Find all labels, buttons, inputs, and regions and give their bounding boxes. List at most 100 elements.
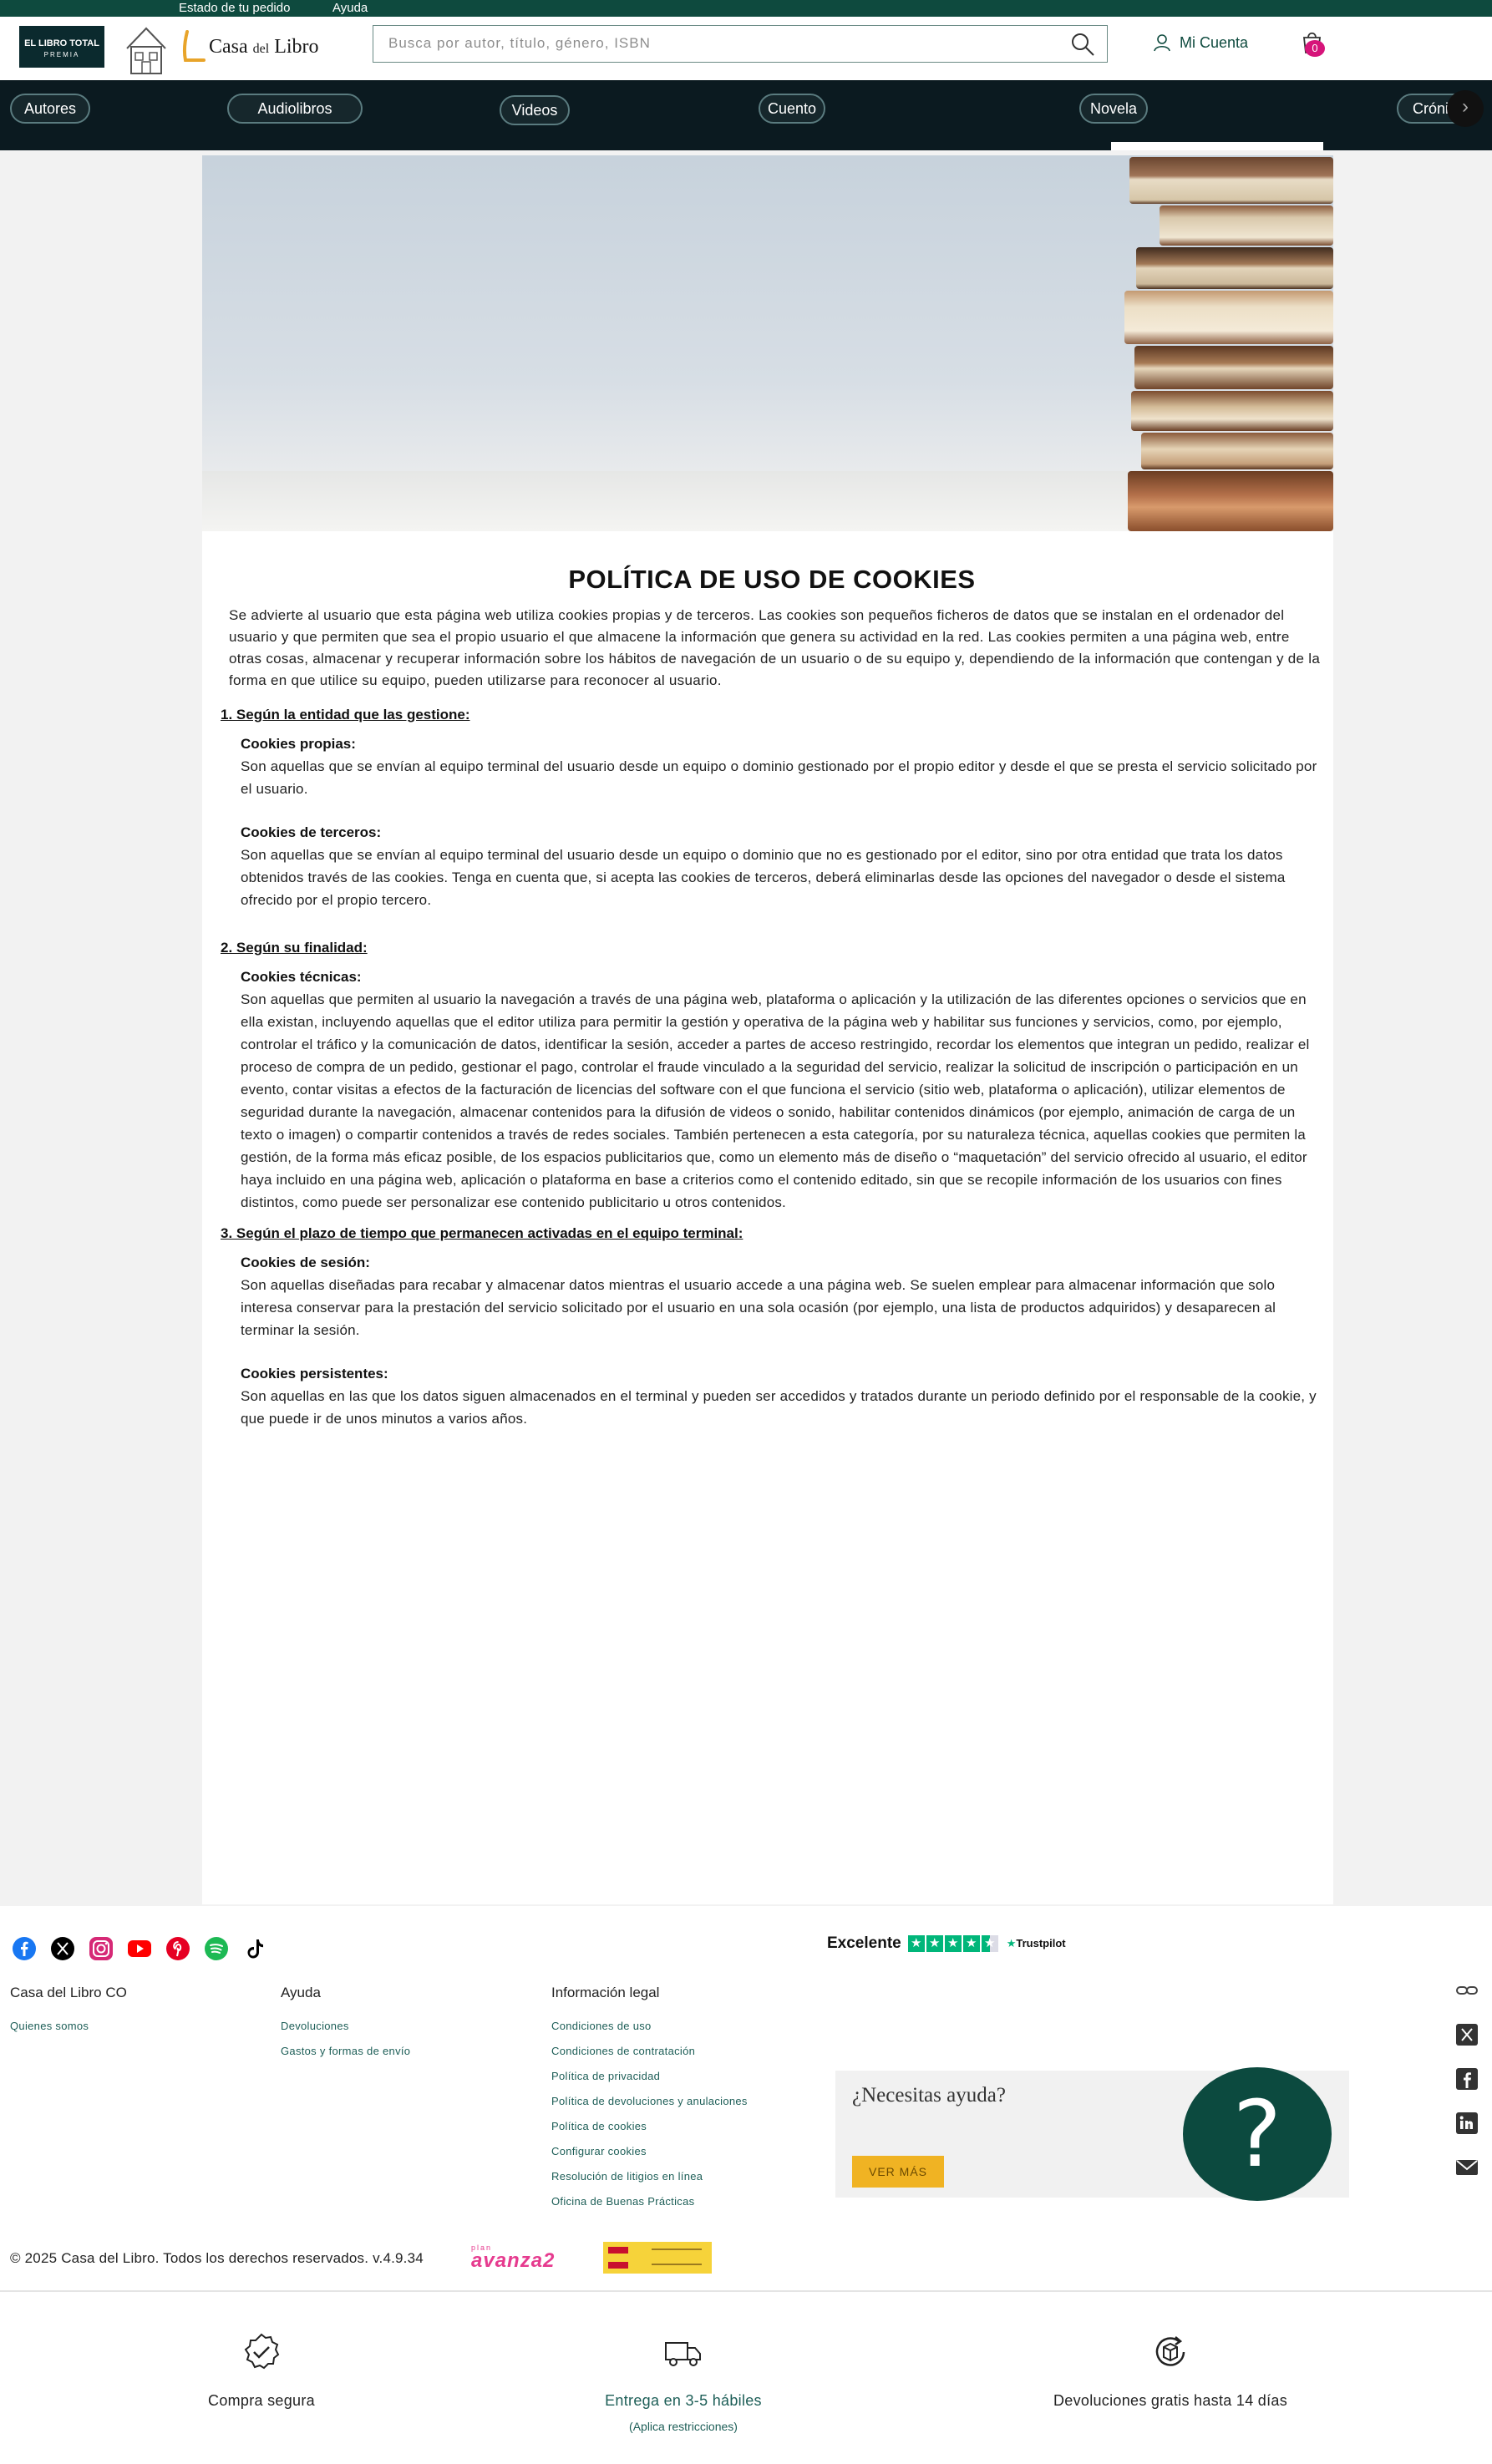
footer-link[interactable]: Condiciones de uso bbox=[551, 2020, 748, 2032]
star-icon: ★ bbox=[944, 1935, 962, 1952]
ministry-emblem bbox=[652, 2249, 702, 2265]
government-badge bbox=[603, 2242, 712, 2274]
footer-column-title: Información legal bbox=[551, 1985, 660, 2000]
linkedin-share-icon[interactable] bbox=[1455, 2112, 1479, 2134]
footer-column-company: Casa del Libro CO Quienes somos bbox=[10, 1985, 127, 2045]
footer-link[interactable]: Resolución de litigios en línea bbox=[551, 2170, 748, 2183]
hero-banner-image bbox=[202, 155, 1333, 531]
x-twitter-share-icon[interactable] bbox=[1455, 2024, 1479, 2046]
email-share-icon[interactable] bbox=[1455, 2157, 1479, 2178]
section-title: 2. Según su finalidad: bbox=[221, 940, 368, 956]
link-icon[interactable] bbox=[1455, 1980, 1479, 2001]
footer-link[interactable]: Política de cookies bbox=[551, 2120, 748, 2132]
item-body: Son aquellas diseñadas para recabar y al… bbox=[241, 1277, 1276, 1338]
trust-label: Compra segura bbox=[208, 2392, 315, 2409]
facebook-share-icon[interactable] bbox=[1455, 2068, 1479, 2090]
item-title: Cookies propias: bbox=[241, 736, 356, 752]
hero-book bbox=[1136, 247, 1333, 289]
policy-item: Cookies de terceros: Son aquellas que se… bbox=[216, 822, 1328, 911]
trust-item-returns: Devoluciones gratis hasta 14 días bbox=[1051, 2332, 1290, 2410]
policy-item: Cookies propias: Son aquellas que se env… bbox=[216, 733, 1328, 800]
category-pill[interactable]: Novela bbox=[1079, 94, 1148, 124]
trust-item-delivery: Entrega en 3-5 hábiles (Aplica restricci… bbox=[600, 2332, 767, 2433]
order-status-link[interactable]: Estado de tu pedido bbox=[179, 1, 290, 15]
footer-column-legal: Información legal Condiciones de uso Con… bbox=[551, 1985, 748, 2220]
trust-strip: Compra segura Entrega en 3-5 hábiles (Ap… bbox=[0, 2292, 1492, 2464]
trustpilot-stars: ★ ★ ★ ★ ★ bbox=[907, 1935, 1000, 1952]
item-body: Son aquellas en las que los datos siguen… bbox=[241, 1388, 1317, 1427]
secure-check-icon bbox=[244, 2333, 280, 2370]
trust-item-secure-purchase: Compra segura bbox=[194, 2332, 329, 2410]
item-title: Cookies persistentes: bbox=[241, 1366, 388, 1382]
footer-link[interactable]: Configurar cookies bbox=[551, 2145, 748, 2157]
copyright-text: © 2025 Casa del Libro. Todos los derecho… bbox=[10, 2250, 424, 2266]
social-links bbox=[12, 1936, 267, 1961]
intro-paragraph: Se advierte al usuario que esta página w… bbox=[229, 607, 1321, 688]
help-widget: ¿Necesitas ayuda? VER MÁS ? bbox=[835, 2067, 1349, 2201]
category-nav: Autores Audiolibros Videos Cuento Novela… bbox=[0, 80, 1492, 150]
footer-link[interactable]: Política de privacidad bbox=[551, 2070, 748, 2082]
section-title: 1. Según la entidad que las gestione: bbox=[221, 707, 470, 722]
footer-link[interactable]: Condiciones de contratación bbox=[551, 2045, 748, 2057]
category-pill[interactable]: Autores bbox=[10, 94, 90, 124]
spain-flag-icon bbox=[608, 2247, 628, 2269]
trust-label: Devoluciones gratis hasta 14 días bbox=[1053, 2392, 1288, 2409]
hero-book bbox=[1131, 391, 1333, 431]
footer-link[interactable]: Política de devoluciones y anulaciones bbox=[551, 2095, 748, 2107]
house-icon[interactable] bbox=[124, 25, 169, 77]
search-input[interactable] bbox=[373, 26, 1042, 61]
instagram-icon[interactable] bbox=[89, 1936, 114, 1961]
question-mark-icon[interactable]: ? bbox=[1183, 2067, 1332, 2201]
libro-total-badge[interactable]: EL LIBRO TOTAL PREMIA bbox=[19, 26, 104, 68]
site-header: EL LIBRO TOTAL PREMIA Casa del Libro Mi … bbox=[0, 17, 1492, 80]
trustpilot-brand: ★Trustpilot bbox=[1006, 1937, 1066, 1949]
hero-book bbox=[1124, 291, 1333, 344]
search-icon[interactable] bbox=[1070, 32, 1095, 57]
utility-bar: Estado de tu pedido Ayuda bbox=[0, 0, 1492, 17]
item-title: Cookies de sesión: bbox=[241, 1255, 370, 1270]
item-body: Son aquellas que se envían al equipo ter… bbox=[241, 847, 1286, 908]
help-title: ¿Necesitas ayuda? bbox=[852, 2084, 1006, 2107]
badge-line1: EL LIBRO TOTAL bbox=[24, 38, 99, 48]
item-body: Son aquellas que permiten al usuario la … bbox=[241, 991, 1310, 1210]
plan-avanza-main: avanza2 bbox=[471, 2249, 556, 2272]
footer-link[interactable]: Oficina de Buenas Prácticas bbox=[551, 2195, 748, 2208]
category-pill[interactable]: Cuento bbox=[759, 94, 825, 124]
trustpilot-widget[interactable]: Excelente ★ ★ ★ ★ ★ ★Trustpilot bbox=[827, 1934, 1066, 1953]
search-box bbox=[373, 25, 1108, 63]
pinterest-icon[interactable] bbox=[165, 1936, 190, 1961]
footer-link[interactable]: Quienes somos bbox=[10, 2020, 127, 2032]
account-link[interactable]: Mi Cuenta bbox=[1153, 33, 1248, 52]
footer-link[interactable]: Gastos y formas de envío bbox=[281, 2045, 410, 2057]
x-twitter-icon[interactable] bbox=[50, 1936, 75, 1961]
youtube-icon[interactable] bbox=[127, 1936, 152, 1961]
spotify-icon[interactable] bbox=[204, 1936, 229, 1961]
policy-item: Cookies persistentes: Son aquellas en la… bbox=[216, 1363, 1328, 1430]
site-footer: Excelente ★ ★ ★ ★ ★ ★Trustpilot Casa del… bbox=[0, 1906, 1492, 2290]
star-icon: ★ bbox=[926, 1935, 943, 1952]
hero-book bbox=[1134, 346, 1333, 389]
item-body: Son aquellas que se envían al equipo ter… bbox=[241, 758, 1317, 797]
hero-book bbox=[1160, 205, 1333, 246]
logo-text: Casa del Libro bbox=[209, 35, 319, 58]
casa-del-libro-logo[interactable]: Casa del Libro bbox=[180, 27, 319, 67]
nav-next-arrow-icon[interactable]: › bbox=[1447, 90, 1484, 127]
logo-mark-icon bbox=[182, 30, 206, 62]
returns-box-icon bbox=[1155, 2336, 1185, 2366]
ver-mas-button[interactable]: VER MÁS bbox=[852, 2156, 944, 2188]
share-icons bbox=[1455, 1980, 1479, 2178]
help-link[interactable]: Ayuda bbox=[332, 1, 368, 15]
category-pill[interactable]: Videos bbox=[500, 95, 570, 125]
category-pill[interactable]: Audiolibros bbox=[227, 94, 363, 124]
tiktok-icon[interactable] bbox=[242, 1936, 267, 1961]
item-title: Cookies técnicas: bbox=[241, 969, 362, 985]
nav-tab-indicator bbox=[1111, 142, 1323, 150]
facebook-icon[interactable] bbox=[12, 1936, 37, 1961]
user-icon bbox=[1154, 34, 1170, 52]
item-title: Cookies de terceros: bbox=[241, 824, 382, 840]
cookie-policy-content: POLÍTICA DE USO DE COOKIES Se advierte a… bbox=[202, 565, 1333, 1430]
account-label: Mi Cuenta bbox=[1180, 33, 1249, 51]
footer-link[interactable]: Devoluciones bbox=[281, 2020, 410, 2032]
footer-column-title: Casa del Libro CO bbox=[10, 1985, 127, 2000]
